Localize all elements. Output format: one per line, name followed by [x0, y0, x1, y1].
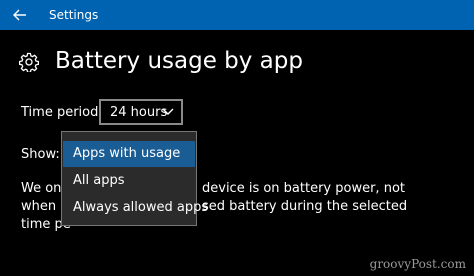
option-all-apps[interactable]: All apps: [63, 168, 195, 194]
time-period-value: 24 hours: [110, 105, 168, 120]
page-title: Battery usage by app: [55, 48, 303, 74]
description-line-2-end: sed battery during the selected: [202, 199, 408, 214]
title-bar: Settings: [0, 0, 474, 30]
back-button[interactable]: [0, 0, 40, 30]
description-line-1-end: device is on battery power, not: [202, 181, 405, 196]
time-period-label: Time period:: [21, 105, 103, 120]
gear-icon: [19, 52, 39, 72]
show-label: Show:: [21, 147, 60, 162]
window-title: Settings: [49, 8, 99, 22]
back-arrow-icon: [13, 9, 26, 21]
time-period-select[interactable]: 24 hours: [99, 99, 183, 125]
chevron-down-icon: [162, 108, 174, 115]
watermark: groovyPost.com: [369, 257, 466, 271]
option-apps-with-usage[interactable]: Apps with usage: [63, 141, 195, 167]
show-dropdown-menu[interactable]: Apps with usage All apps Always allowed …: [61, 131, 208, 226]
option-always-allowed-apps[interactable]: Always allowed apps: [63, 195, 208, 221]
